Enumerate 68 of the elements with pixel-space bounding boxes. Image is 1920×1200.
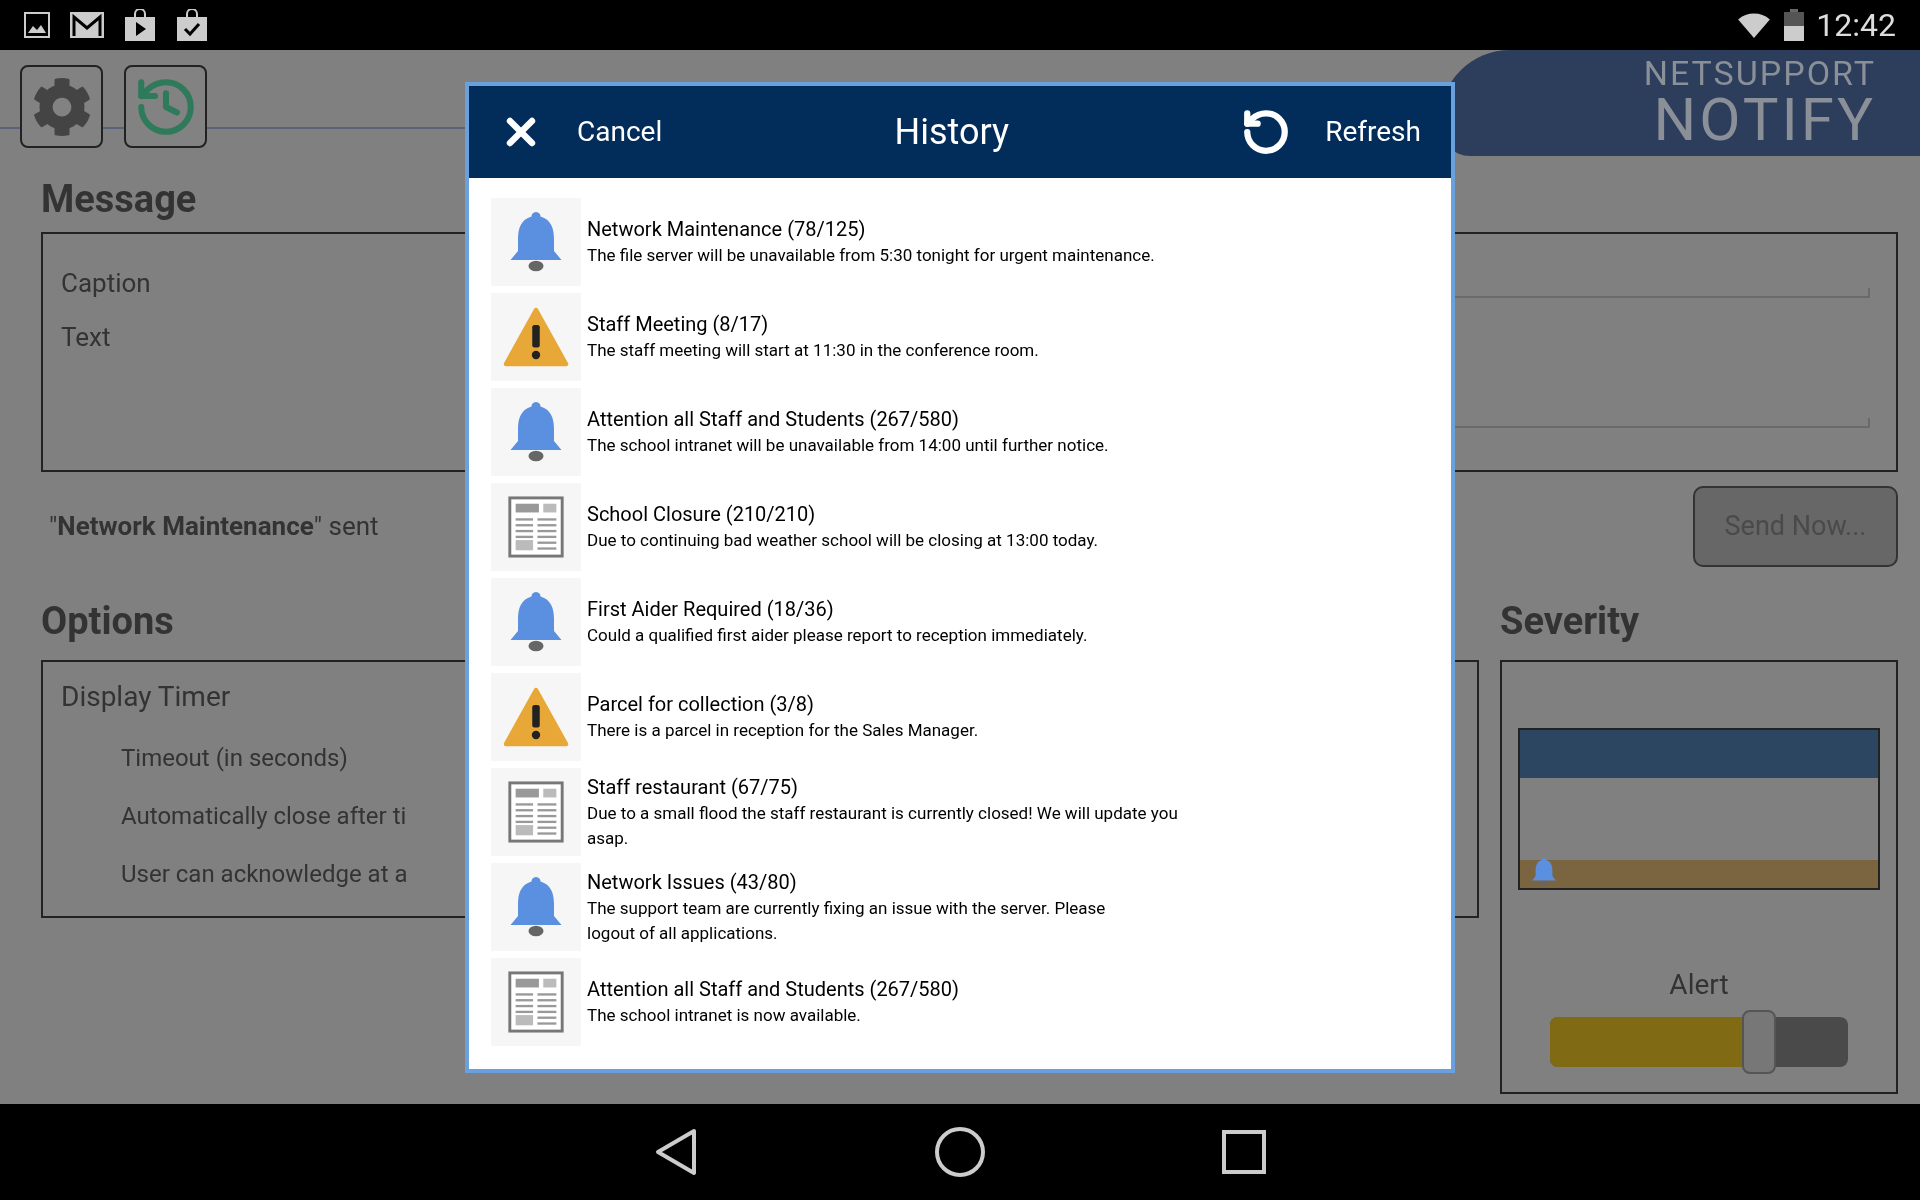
section-heading: Options bbox=[41, 602, 174, 640]
option-label: Timeout (in seconds) bbox=[121, 743, 348, 774]
check-bag-icon bbox=[176, 9, 208, 41]
home-button[interactable] bbox=[934, 1126, 986, 1178]
back-button[interactable] bbox=[654, 1128, 698, 1176]
logo-text: NOTIFY bbox=[1653, 90, 1876, 150]
severity-slider[interactable] bbox=[1550, 1010, 1848, 1074]
item-title: Network Issues (43/80) bbox=[587, 868, 797, 896]
slider-thumb[interactable] bbox=[1741, 1010, 1776, 1074]
item-title: Network Maintenance (78/125) bbox=[587, 216, 866, 243]
recents-button[interactable] bbox=[1222, 1130, 1266, 1174]
logo-text: NETSUPPORT bbox=[1643, 56, 1876, 90]
back-icon bbox=[654, 1128, 698, 1176]
section-heading: Severity bbox=[1500, 602, 1640, 640]
item-title: Parcel for collection (3/8) bbox=[587, 691, 814, 718]
cancel-button[interactable]: Cancel bbox=[499, 110, 663, 154]
item-text: Due to continuing bad weather school will be closing at 13:00 today. bbox=[587, 529, 1099, 552]
history-item[interactable]: Staff Meeting (8/17) The staff meeting will start at 11:30 in the conference room. bbox=[469, 289, 1451, 384]
newspaper-icon bbox=[506, 779, 566, 844]
recents-icon bbox=[1222, 1130, 1266, 1174]
battery-icon bbox=[1784, 9, 1805, 41]
item-title: Attention all Staff and Students (267/580) bbox=[587, 406, 960, 433]
field-label: Caption bbox=[61, 267, 151, 300]
home-icon bbox=[934, 1126, 986, 1178]
item-text: The file server will be unavailable from 5:30 tonight for urgent maintenance. bbox=[587, 244, 1155, 267]
warning-icon bbox=[503, 686, 569, 747]
option-label: Automatically close after ti bbox=[121, 801, 407, 832]
newspaper-icon bbox=[506, 494, 566, 559]
settings-icon bbox=[31, 76, 92, 137]
sent-notice: "Network Maintenance" sent bbox=[49, 509, 379, 543]
history-item[interactable]: Parcel for collection (3/8) There is a parcel in reception for the Sales Manager. bbox=[469, 669, 1451, 764]
wifi-icon bbox=[1736, 11, 1773, 39]
item-text: The support team are currently fixing an issue with the server. Please logout of all applications. bbox=[587, 896, 1106, 945]
refresh-button[interactable]: Refresh bbox=[1241, 107, 1421, 157]
history-button[interactable] bbox=[124, 65, 207, 148]
item-text: The school intranet will be unavailable from 14:00 until further notice. bbox=[587, 434, 1109, 457]
item-text: The staff meeting will start at 11:30 in the conference room. bbox=[587, 339, 1039, 362]
history-item[interactable]: Attention all Staff and Students (267/580) The school intranet is now available. bbox=[469, 954, 1451, 1049]
item-text: The school intranet is now available. bbox=[587, 1004, 861, 1027]
history-item[interactable]: School Closure (210/210) Due to continuing bad weather school will be closing at 13:00 today. bbox=[469, 479, 1451, 574]
section-heading: Message bbox=[41, 180, 197, 218]
item-title: Staff restaurant (67/75) bbox=[587, 773, 798, 801]
option-label: User can acknowledge at a bbox=[121, 859, 408, 890]
play-bag-icon bbox=[124, 9, 156, 41]
clock-time: 12:42 bbox=[1816, 5, 1896, 46]
mail-icon bbox=[70, 12, 104, 38]
item-title: Attention all Staff and Students (267/580) bbox=[587, 976, 960, 1003]
newspaper-icon bbox=[506, 969, 566, 1034]
history-item[interactable]: First Aider Required (18/36) Could a qualified first aider please report to reception immediately. bbox=[469, 574, 1451, 669]
item-title: First Aider Required (18/36) bbox=[587, 596, 834, 623]
group-label: Display Timer bbox=[61, 679, 231, 715]
input-field[interactable] bbox=[1455, 418, 1870, 428]
level-label: Alert bbox=[1669, 967, 1729, 1003]
item-text: Due to a small flood the staff restaurant is currently closed! We will update you asap. bbox=[587, 801, 1178, 850]
field-label: Text bbox=[61, 321, 111, 354]
warning-icon bbox=[503, 306, 569, 367]
image-icon bbox=[24, 12, 50, 38]
history-item[interactable]: Network Issues (43/80) The support team are currently fixing an issue with the server. Please logout of all applications. bbox=[469, 859, 1451, 954]
history-item[interactable]: Staff restaurant (67/75) Due to a small flood the staff restaurant is currently closed! We will update you asap. bbox=[469, 764, 1451, 859]
history-item[interactable]: Network Maintenance (78/125) The file server will be unavailable from 5:30 tonight for urgent maintenance. bbox=[469, 194, 1451, 289]
settings-button[interactable] bbox=[20, 65, 103, 148]
history-item[interactable]: Attention all Staff and Students (267/580) The school intranet will be unavailable from 14:00 until further notice. bbox=[469, 384, 1451, 479]
item-text: There is a parcel in reception for the Sales Manager. bbox=[587, 719, 979, 742]
item-title: Staff Meeting (8/17) bbox=[587, 311, 769, 338]
item-title: School Closure (210/210) bbox=[587, 501, 816, 528]
dialog-title: History bbox=[894, 110, 1009, 155]
item-text: Could a qualified first aider please report to reception immediately. bbox=[587, 624, 1088, 647]
input-field[interactable] bbox=[1455, 288, 1870, 298]
